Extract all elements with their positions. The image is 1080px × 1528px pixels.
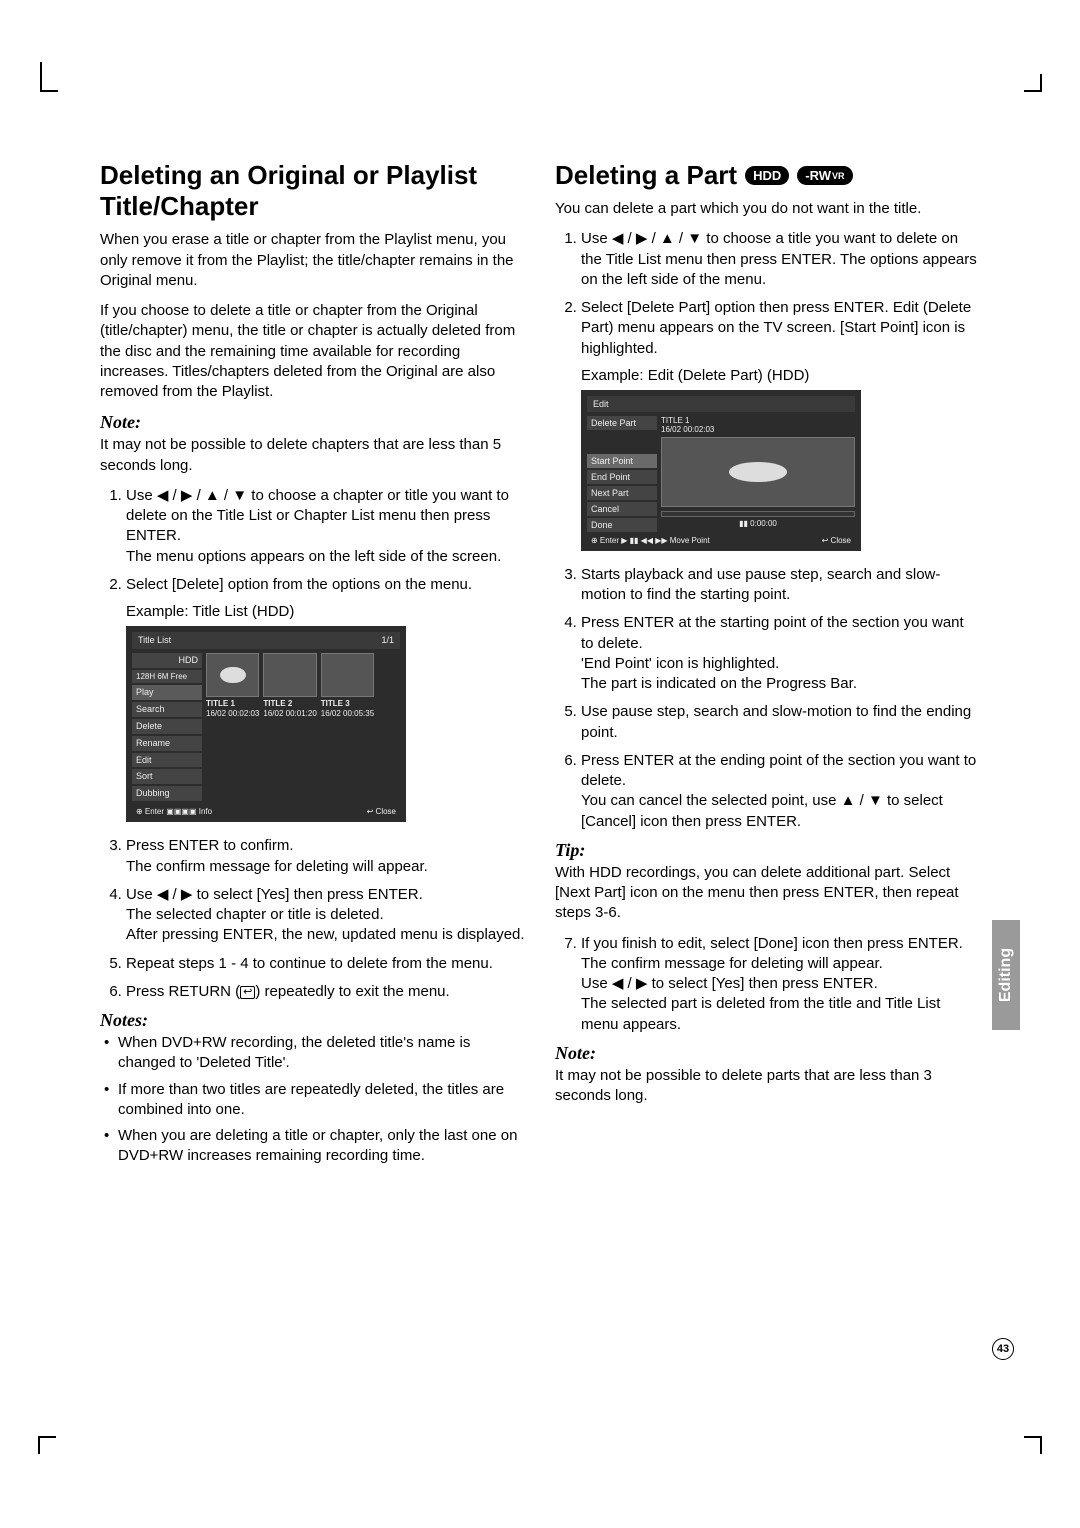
example-caption-2: Example: Edit (Delete Part) (HDD): [581, 367, 980, 384]
step-2: Select [Delete] option from the options …: [126, 575, 525, 595]
ss-sidebar: HDD 128H 6M Free Play Search Delete Rena…: [132, 653, 202, 801]
example-caption: Example: Title List (HDD): [126, 603, 525, 620]
step-6: Press ENTER at the ending point of the s…: [581, 751, 980, 832]
notes-heading: Notes:: [100, 1010, 525, 1031]
page-content: Deleting an Original or Playlist Title/C…: [100, 160, 980, 1368]
step-1: Use ◀ / ▶ / ▲ / ▼ to choose a title you …: [581, 229, 980, 290]
badge-rwvr: -RWVR: [797, 166, 852, 185]
note-body-2: It may not be possible to delete parts t…: [555, 1066, 980, 1107]
screenshot-title-list: Title List 1/1 HDD 128H 6M Free Play Sea…: [126, 626, 406, 822]
step-1: Use ◀ / ▶ / ▲ / ▼ to choose a chapter or…: [126, 486, 525, 567]
crop-mark-tl: [40, 62, 70, 92]
para: If you choose to delete a title or chapt…: [100, 301, 525, 402]
notes-list: When DVD+RW recording, the deleted title…: [100, 1033, 525, 1167]
step-4: Press ENTER at the starting point of the…: [581, 613, 980, 694]
tip-heading: Tip:: [555, 840, 980, 861]
thumb-2: [263, 653, 316, 697]
section-tab-editing: Editing: [992, 920, 1020, 1030]
step-7: If you finish to edit, select [Done] ico…: [581, 934, 980, 1035]
progress-bar: [661, 511, 855, 517]
thumb-3: [321, 653, 374, 697]
steps-list-1b: Press ENTER to confirm. The confirm mess…: [100, 836, 525, 1002]
page-number: 43: [992, 1338, 1014, 1360]
ss-titlebar: Title List 1/1: [132, 632, 400, 649]
steps-list-2: Use ◀ / ▶ / ▲ / ▼ to choose a title you …: [555, 229, 980, 359]
note-item: If more than two titles are repeatedly d…: [104, 1080, 525, 1121]
heading-delete-part: Deleting a Part: [555, 160, 737, 191]
section-tab-label: Editing: [997, 948, 1015, 1002]
steps-list-1: Use ◀ / ▶ / ▲ / ▼ to choose a chapter or…: [100, 486, 525, 595]
para: You can delete a part which you do not w…: [555, 199, 980, 219]
step-2: Select [Delete Part] option then press E…: [581, 298, 980, 359]
step-6: Press RETURN (↩) repeatedly to exit the …: [126, 982, 525, 1002]
steps-list-2b: Starts playback and use pause step, sear…: [555, 565, 980, 832]
note-body: It may not be possible to delete chapter…: [100, 435, 525, 476]
crop-mark-br: [1010, 1436, 1040, 1466]
crop-mark-bl: [40, 1436, 70, 1466]
note-item: When you are deleting a title or chapter…: [104, 1126, 525, 1167]
left-column: Deleting an Original or Playlist Title/C…: [100, 160, 525, 1368]
step-4: Use ◀ / ▶ to select [Yes] then press ENT…: [126, 885, 525, 946]
para: When you erase a title or chapter from t…: [100, 230, 525, 291]
heading-delete-original: Deleting an Original or Playlist Title/C…: [100, 160, 525, 222]
step-6-text: Press RETURN (: [126, 983, 240, 1000]
return-icon: ↩: [240, 986, 255, 999]
crop-mark-tr: [1010, 62, 1040, 92]
thumb-1: [206, 653, 259, 697]
tip-body: With HDD recordings, you can delete addi…: [555, 863, 980, 924]
note-heading: Note:: [100, 412, 525, 433]
note-heading-2: Note:: [555, 1043, 980, 1064]
steps-list-2c: If you finish to edit, select [Done] ico…: [555, 934, 980, 1035]
step-3: Press ENTER to confirm. The confirm mess…: [126, 836, 525, 877]
step-5: Use pause step, search and slow-motion t…: [581, 702, 980, 743]
screenshot-edit-delete-part: Edit Delete Part Start Point End Point N…: [581, 390, 861, 551]
badge-hdd: HDD: [745, 166, 789, 185]
step-5: Repeat steps 1 - 4 to continue to delete…: [126, 954, 525, 974]
note-item: When DVD+RW recording, the deleted title…: [104, 1033, 525, 1074]
right-column: Deleting a Part HDD -RWVR You can delete…: [555, 160, 980, 1368]
step-3: Starts playback and use pause step, sear…: [581, 565, 980, 606]
video-preview: [661, 437, 855, 507]
